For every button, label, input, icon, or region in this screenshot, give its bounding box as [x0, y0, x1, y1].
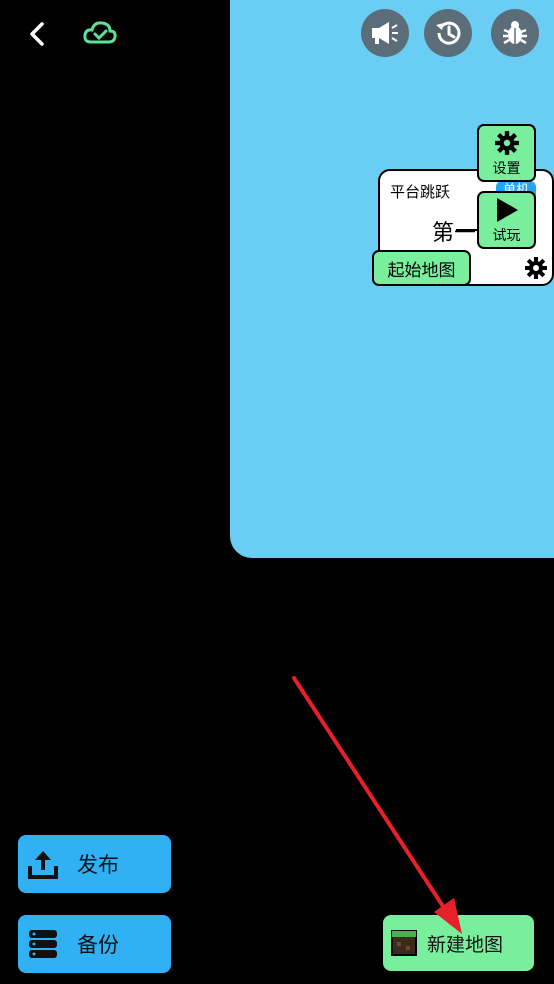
- back-button[interactable]: [22, 18, 54, 50]
- backup-label: 备份: [77, 933, 119, 957]
- start-map-button[interactable]: 起始地图: [372, 250, 471, 286]
- megaphone-icon: [372, 22, 398, 44]
- gear-icon: [525, 257, 547, 279]
- start-map-label: 起始地图: [387, 260, 456, 281]
- play-icon: [497, 198, 518, 222]
- debug-button[interactable]: [491, 9, 539, 57]
- card-settings-button[interactable]: [524, 256, 548, 280]
- map-icon: [391, 930, 417, 956]
- map-title: 平台跳跃: [390, 183, 451, 201]
- publish-button[interactable]: 发布: [18, 835, 171, 893]
- history-button[interactable]: [424, 9, 472, 57]
- new-map-label: 新建地图: [427, 933, 504, 956]
- bug-icon: [503, 21, 527, 45]
- new-map-button[interactable]: 新建地图: [383, 915, 534, 971]
- chevron-left-icon: [30, 22, 44, 46]
- play-button[interactable]: 试玩: [477, 191, 536, 249]
- database-icon: [29, 930, 57, 958]
- announcement-button[interactable]: [361, 9, 409, 57]
- settings-label: 设置: [492, 161, 521, 177]
- cloud-sync-button[interactable]: [82, 18, 118, 48]
- upload-icon: [28, 851, 58, 879]
- level-label: 第一: [432, 221, 477, 246]
- gear-icon: [495, 131, 519, 155]
- backup-button[interactable]: 备份: [18, 915, 171, 973]
- settings-button[interactable]: 设置: [477, 124, 536, 182]
- history-icon: [436, 21, 461, 45]
- play-label: 试玩: [492, 228, 521, 244]
- publish-label: 发布: [77, 853, 119, 877]
- cloud-check-icon: [83, 21, 117, 44]
